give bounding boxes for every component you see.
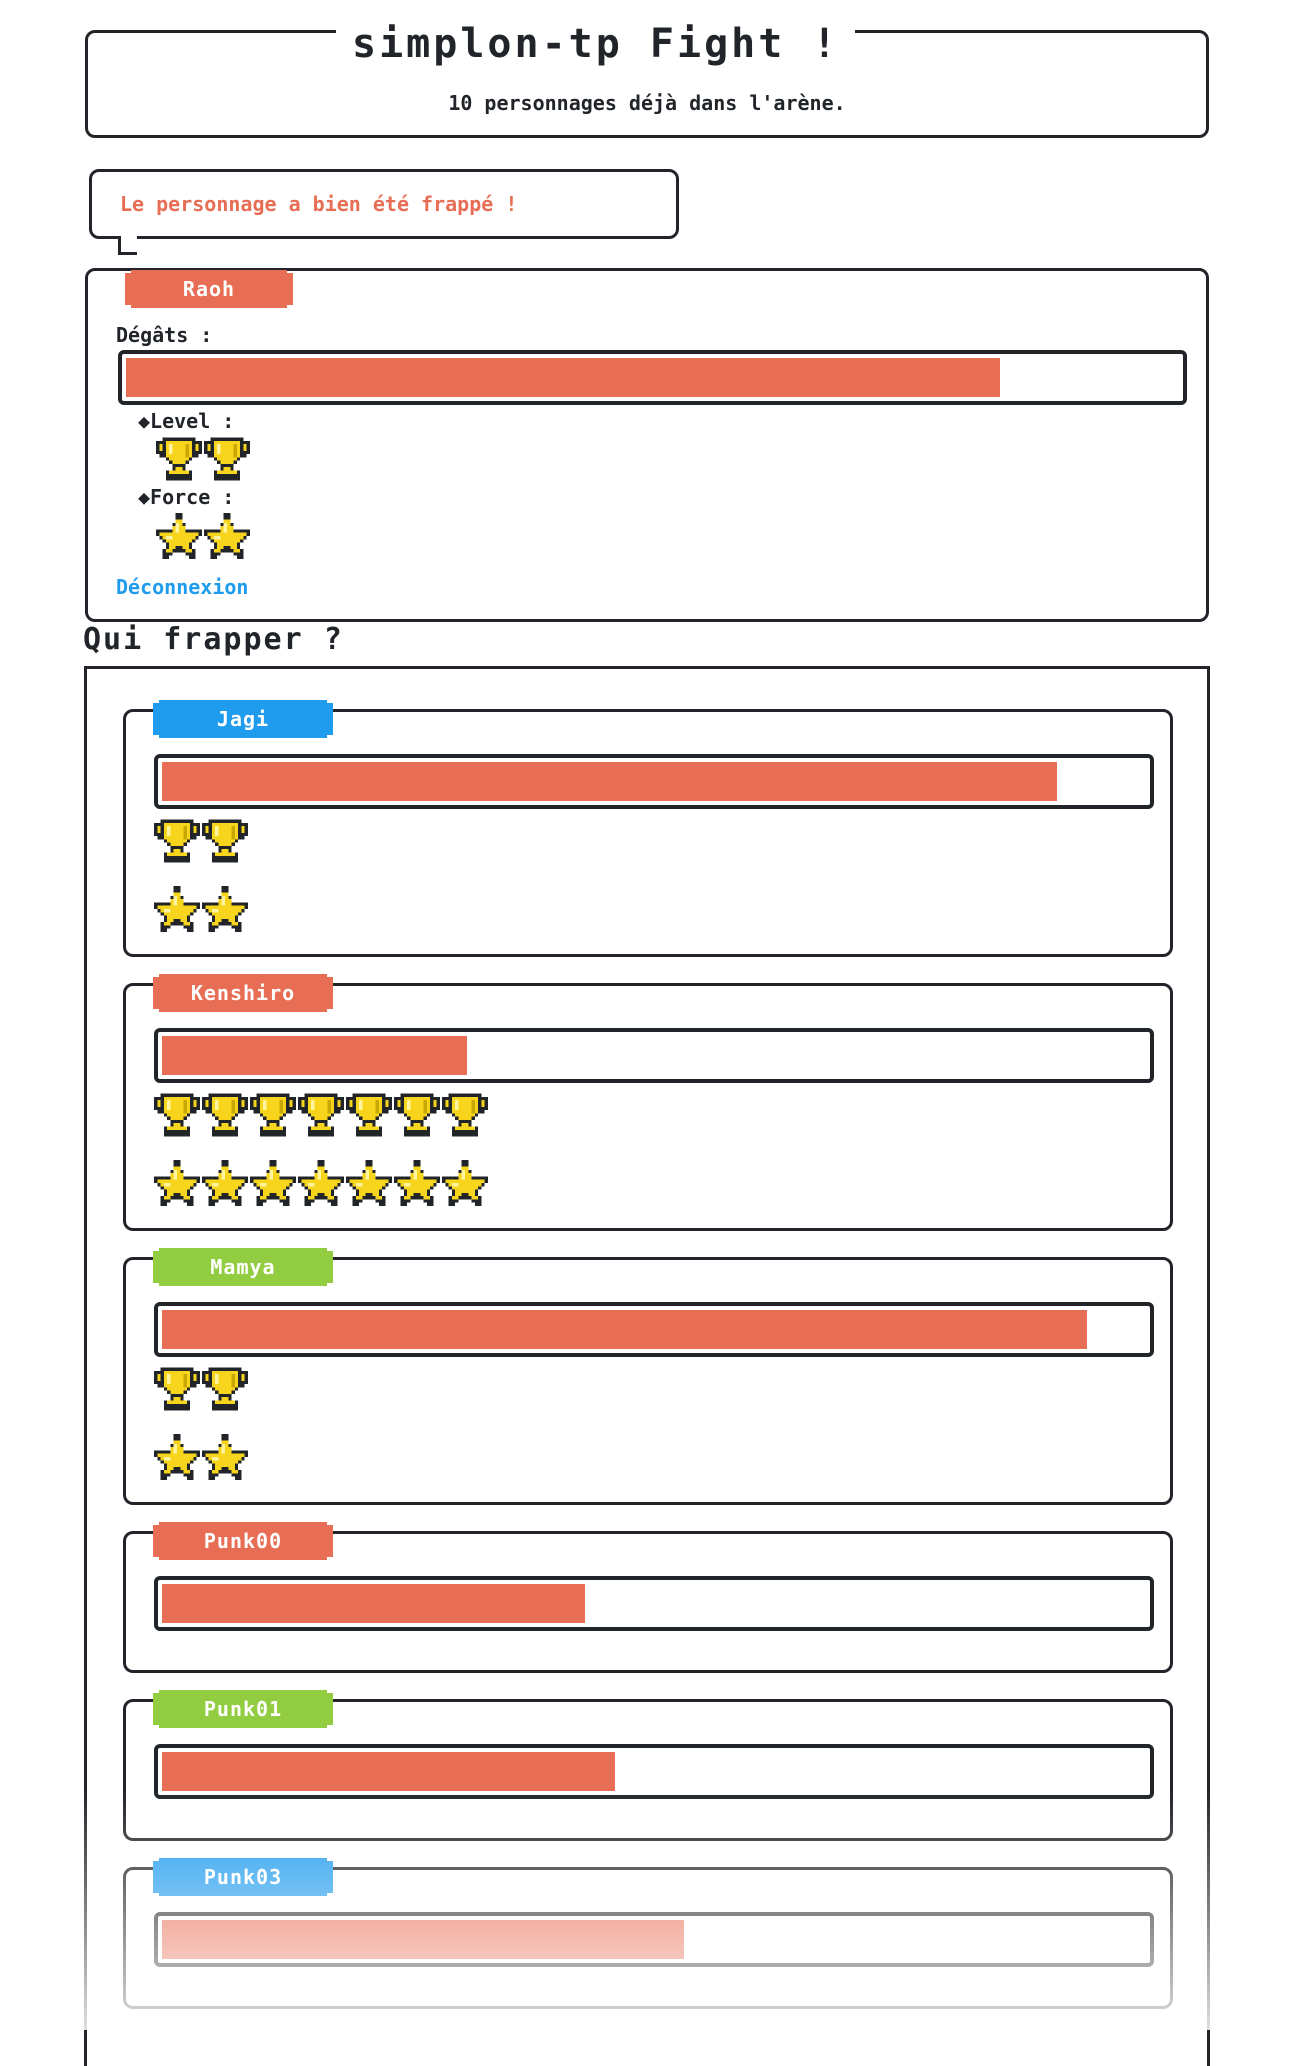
target-name-tag[interactable]: Punk01 bbox=[158, 1693, 328, 1725]
target-damage-fill bbox=[162, 1584, 585, 1623]
target-damage-bar bbox=[154, 754, 1154, 809]
trophy-icon bbox=[156, 434, 202, 484]
star-icon bbox=[204, 511, 250, 561]
target-force-icons bbox=[154, 884, 248, 934]
player-damage-bar bbox=[118, 350, 1187, 405]
target-name-tag[interactable]: Mamya bbox=[158, 1251, 328, 1283]
message-text: Le personnage a bien été frappé ! bbox=[120, 192, 518, 216]
message-balloon: Le personnage a bien été frappé ! bbox=[89, 169, 679, 255]
target-damage-bar bbox=[154, 1028, 1154, 1083]
target-card[interactable]: Jagi bbox=[123, 703, 1173, 957]
target-level-icons bbox=[154, 816, 248, 866]
star-icon bbox=[154, 1432, 200, 1482]
logout-link[interactable]: Déconnexion bbox=[116, 575, 248, 599]
target-damage-fill bbox=[162, 1752, 615, 1791]
page-title: simplon-tp Fight ! bbox=[336, 21, 856, 67]
star-icon bbox=[394, 1158, 440, 1208]
target-name-tag[interactable]: Kenshiro bbox=[158, 977, 328, 1009]
targets-title: Qui frapper ? bbox=[83, 622, 344, 657]
trophy-icon bbox=[204, 434, 250, 484]
star-icon bbox=[202, 884, 248, 934]
trophy-icon bbox=[202, 1090, 248, 1140]
target-damage-fill bbox=[162, 1920, 684, 1959]
page-subtitle: 10 personnages déjà dans l'arène. bbox=[448, 91, 846, 115]
target-damage-bar bbox=[154, 1744, 1154, 1799]
trophy-icon bbox=[154, 1090, 200, 1140]
trophy-icon bbox=[154, 816, 200, 866]
trophy-icon bbox=[154, 1364, 200, 1414]
target-damage-fill bbox=[162, 1310, 1087, 1349]
target-name-tag[interactable]: Punk03 bbox=[158, 1861, 328, 1893]
target-card[interactable]: Kenshiro bbox=[123, 977, 1173, 1231]
star-icon bbox=[442, 1158, 488, 1208]
target-name-tag[interactable]: Jagi bbox=[158, 703, 328, 735]
star-icon bbox=[202, 1432, 248, 1482]
level-label: ◆Level : bbox=[138, 409, 235, 433]
target-card[interactable]: Mamya bbox=[123, 1251, 1173, 1505]
damage-label: Dégâts : bbox=[116, 323, 213, 347]
trophy-icon bbox=[202, 816, 248, 866]
trophy-icon bbox=[202, 1364, 248, 1414]
player-panel: Raoh Dégâts : ◆Level : ◆Force : Déconnex… bbox=[85, 268, 1209, 622]
balloon-tail bbox=[118, 236, 137, 255]
star-icon bbox=[154, 884, 200, 934]
trophy-icon bbox=[298, 1090, 344, 1140]
target-card[interactable]: Punk03 bbox=[123, 1861, 1173, 2009]
star-icon bbox=[154, 1158, 200, 1208]
force-label: ◆Force : bbox=[138, 485, 235, 509]
trophy-icon bbox=[346, 1090, 392, 1140]
star-icon bbox=[250, 1158, 296, 1208]
star-icon bbox=[156, 511, 202, 561]
target-damage-fill bbox=[162, 1036, 467, 1075]
target-damage-bar bbox=[154, 1302, 1154, 1357]
player-force-icons bbox=[156, 511, 250, 561]
target-name-tag[interactable]: Punk00 bbox=[158, 1525, 328, 1557]
star-icon bbox=[202, 1158, 248, 1208]
target-force-icons bbox=[154, 1432, 248, 1482]
header-panel: simplon-tp Fight ! 10 personnages déjà d… bbox=[85, 21, 1209, 138]
target-damage-bar bbox=[154, 1912, 1154, 1967]
star-icon bbox=[346, 1158, 392, 1208]
target-level-icons bbox=[154, 1090, 488, 1140]
target-damage-fill bbox=[162, 762, 1057, 801]
trophy-icon bbox=[250, 1090, 296, 1140]
star-icon bbox=[298, 1158, 344, 1208]
targets-container: Jagi Kenshiro Mamya Punk00 Punk01 Punk03 bbox=[84, 666, 1210, 2066]
player-level-icons bbox=[156, 434, 250, 484]
target-level-icons bbox=[154, 1364, 248, 1414]
player-damage-fill bbox=[126, 358, 1000, 397]
target-card[interactable]: Punk01 bbox=[123, 1693, 1173, 1841]
player-name-tag: Raoh bbox=[130, 273, 288, 305]
trophy-icon bbox=[394, 1090, 440, 1140]
target-force-icons bbox=[154, 1158, 488, 1208]
target-card[interactable]: Punk00 bbox=[123, 1525, 1173, 1673]
trophy-icon bbox=[442, 1090, 488, 1140]
target-damage-bar bbox=[154, 1576, 1154, 1631]
